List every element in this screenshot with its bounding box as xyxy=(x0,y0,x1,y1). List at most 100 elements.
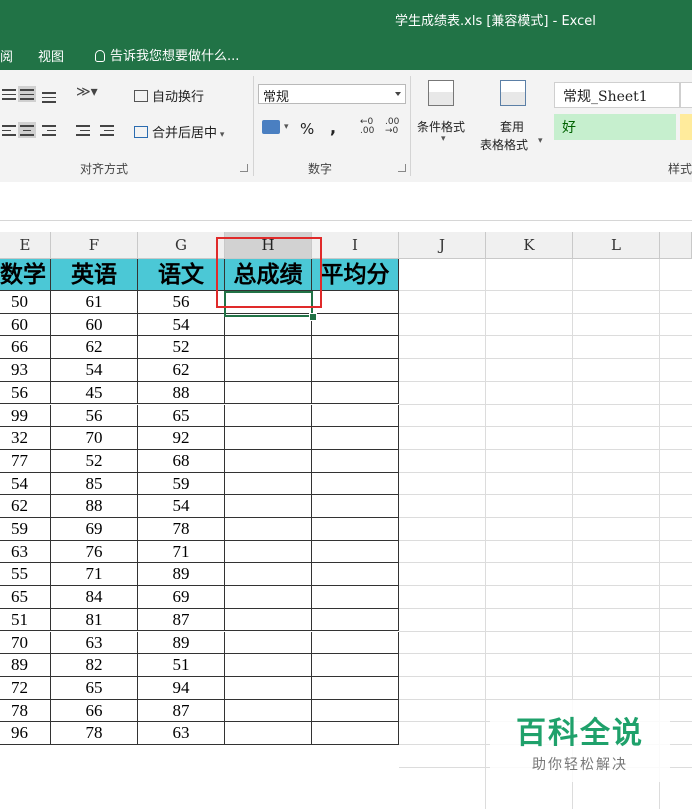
table-cell[interactable] xyxy=(312,472,399,496)
table-cell[interactable] xyxy=(225,608,312,632)
table-cell[interactable]: 78 xyxy=(51,722,138,745)
table-cell[interactable] xyxy=(225,427,312,450)
header-cell[interactable]: 语文 xyxy=(138,259,225,291)
table-cell[interactable] xyxy=(225,586,312,609)
table-cell[interactable] xyxy=(225,359,312,382)
table-cell[interactable]: 78 xyxy=(0,699,51,723)
table-cell[interactable]: 99 xyxy=(0,404,51,428)
accounting-format-icon[interactable] xyxy=(262,120,280,134)
table-cell[interactable]: 65 xyxy=(138,404,225,428)
table-cell[interactable]: 69 xyxy=(51,518,138,541)
align-middle-icon[interactable] xyxy=(18,86,36,102)
table-cell[interactable]: 92 xyxy=(138,427,225,450)
header-cell[interactable]: 英语 xyxy=(51,259,138,291)
table-cell[interactable]: 93 xyxy=(0,359,51,382)
table-cell[interactable] xyxy=(225,563,312,587)
table-cell[interactable]: 62 xyxy=(51,336,138,360)
table-cell[interactable] xyxy=(225,631,312,655)
table-cell[interactable] xyxy=(225,654,312,677)
table-cell[interactable]: 88 xyxy=(138,381,225,405)
table-cell[interactable]: 61 xyxy=(51,291,138,314)
table-cell[interactable] xyxy=(312,449,399,473)
table-cell[interactable]: 87 xyxy=(138,699,225,723)
table-cell[interactable]: 59 xyxy=(0,518,51,541)
style-good[interactable]: 好 xyxy=(554,114,676,140)
table-cell[interactable] xyxy=(312,359,399,382)
column-header-g[interactable]: G xyxy=(138,232,225,259)
conditional-format-button[interactable]: 条件格式 xyxy=(417,118,465,135)
column-header-l[interactable]: L xyxy=(573,232,660,259)
align-left-icon[interactable] xyxy=(0,122,18,138)
table-cell[interactable]: 51 xyxy=(0,608,51,632)
number-launcher-icon[interactable] xyxy=(398,164,406,172)
header-cell[interactable]: 平均分 xyxy=(312,259,399,291)
column-header-f[interactable]: F xyxy=(51,232,138,259)
table-cell[interactable]: 32 xyxy=(0,427,51,450)
table-cell[interactable]: 88 xyxy=(51,495,138,518)
table-cell[interactable] xyxy=(225,540,312,564)
column-header-partial[interactable] xyxy=(660,232,692,259)
table-cell[interactable] xyxy=(312,563,399,587)
format-as-table-icon[interactable] xyxy=(500,80,526,106)
table-cell[interactable] xyxy=(225,699,312,723)
table-cell[interactable]: 66 xyxy=(0,336,51,360)
table-cell[interactable] xyxy=(312,676,399,700)
header-cell[interactable]: 总成绩 xyxy=(225,259,312,291)
table-cell[interactable]: 54 xyxy=(138,495,225,518)
table-cell[interactable] xyxy=(312,336,399,360)
table-cell[interactable]: 45 xyxy=(51,381,138,405)
table-cell[interactable]: 71 xyxy=(138,540,225,564)
decrease-indent-icon[interactable] xyxy=(74,122,92,138)
column-header-j[interactable]: J xyxy=(399,232,486,259)
column-header-h[interactable]: H xyxy=(225,232,312,259)
table-cell[interactable]: 70 xyxy=(51,427,138,450)
table-cell[interactable] xyxy=(225,722,312,745)
table-cell[interactable] xyxy=(225,381,312,405)
table-cell[interactable]: 54 xyxy=(51,359,138,382)
table-cell[interactable]: 62 xyxy=(0,495,51,518)
table-cell[interactable]: 60 xyxy=(0,313,51,337)
table-cell[interactable]: 68 xyxy=(138,449,225,473)
table-cell[interactable]: 89 xyxy=(0,654,51,677)
accounting-dropdown-icon[interactable]: ▾ xyxy=(284,122,289,132)
table-cell[interactable] xyxy=(312,404,399,428)
table-cell[interactable] xyxy=(312,518,399,541)
style-neutral[interactable] xyxy=(680,114,692,140)
table-cell[interactable]: 72 xyxy=(0,676,51,700)
align-bottom-icon[interactable] xyxy=(40,86,58,103)
table-cell[interactable]: 89 xyxy=(138,563,225,587)
column-header-k[interactable]: K xyxy=(486,232,573,259)
table-cell[interactable] xyxy=(312,654,399,677)
increase-decimal-button[interactable]: ←0 .00 xyxy=(360,118,378,136)
table-cell[interactable] xyxy=(312,608,399,632)
table-cell[interactable]: 89 xyxy=(138,631,225,655)
table-cell[interactable] xyxy=(312,427,399,450)
table-cell[interactable]: 69 xyxy=(138,586,225,609)
percent-style-button[interactable]: % xyxy=(300,120,314,138)
table-cell[interactable]: 56 xyxy=(0,381,51,405)
format-table-label-1[interactable]: 套用 xyxy=(500,118,524,135)
table-cell[interactable] xyxy=(225,336,312,360)
table-cell[interactable]: 82 xyxy=(51,654,138,677)
table-cell[interactable] xyxy=(312,381,399,405)
table-cell[interactable]: 56 xyxy=(138,291,225,314)
align-top-icon[interactable] xyxy=(0,86,18,102)
tab-review[interactable]: 阅 xyxy=(0,46,13,65)
merge-center-button[interactable]: 合并后居中 ▾ xyxy=(134,122,224,141)
table-cell[interactable]: 65 xyxy=(0,586,51,609)
table-cell[interactable] xyxy=(312,313,399,337)
header-cell[interactable]: 数学 xyxy=(0,259,51,291)
table-cell[interactable]: 85 xyxy=(51,472,138,496)
table-cell[interactable]: 65 xyxy=(51,676,138,700)
increase-indent-icon[interactable] xyxy=(98,122,116,138)
table-cell[interactable]: 52 xyxy=(138,336,225,360)
column-header-e[interactable]: E xyxy=(0,232,51,259)
table-cell[interactable]: 96 xyxy=(0,722,51,745)
table-cell[interactable]: 52 xyxy=(51,449,138,473)
formula-bar[interactable] xyxy=(0,182,692,221)
table-cell[interactable]: 63 xyxy=(0,540,51,564)
alignment-launcher-icon[interactable] xyxy=(240,164,248,172)
orientation-icon[interactable]: ≫▾ xyxy=(76,84,98,100)
column-header-i[interactable]: I xyxy=(312,232,399,259)
table-cell[interactable] xyxy=(225,472,312,496)
